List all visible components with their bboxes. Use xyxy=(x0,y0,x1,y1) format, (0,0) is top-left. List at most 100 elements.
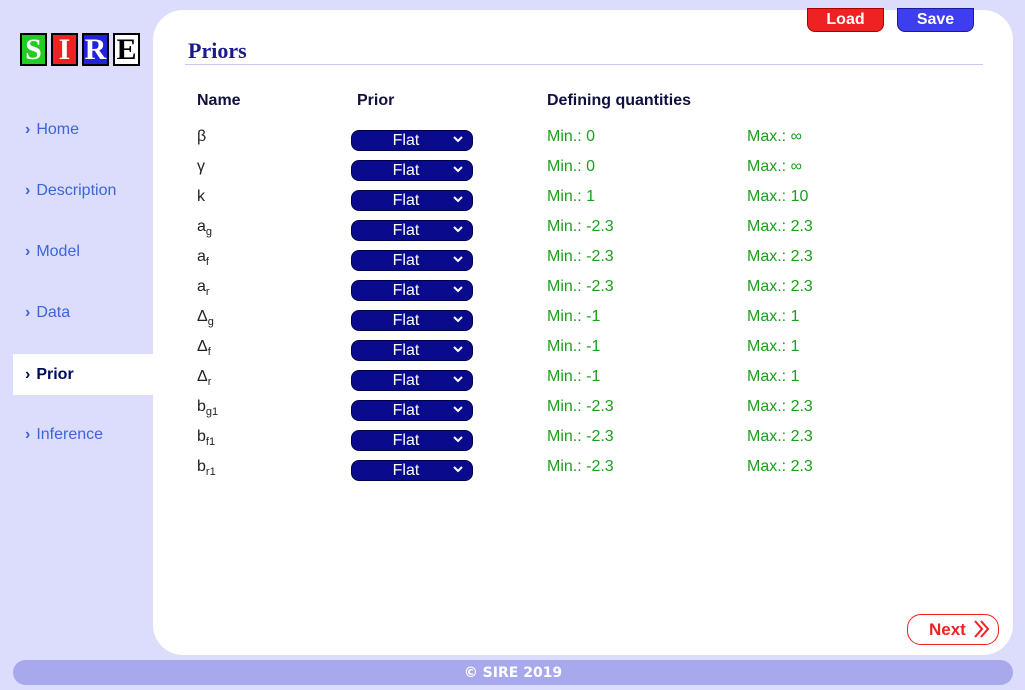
chevron-down-icon xyxy=(453,406,463,413)
table-row: bg1 Flat Min.: -2.3 Max.: 2.3 xyxy=(153,393,1013,423)
min-value[interactable]: Min.: -2.3 xyxy=(547,273,614,301)
max-value[interactable]: Max.: 1 xyxy=(747,333,799,361)
chevron-right-icon: › xyxy=(25,303,31,321)
parameter-subscript: r xyxy=(205,286,210,298)
logo-letter-i: I xyxy=(51,33,78,66)
prior-select[interactable]: Flat xyxy=(351,460,473,481)
prior-select[interactable]: Flat xyxy=(351,280,473,301)
min-value[interactable]: Min.: -2.3 xyxy=(547,423,614,451)
min-value[interactable]: Min.: -2.3 xyxy=(547,393,614,421)
parameter-subscript: f xyxy=(205,256,209,268)
sidebar-item-label: Model xyxy=(36,242,80,260)
max-value[interactable]: Max.: 2.3 xyxy=(747,393,813,421)
min-value[interactable]: Min.: -2.3 xyxy=(547,243,614,271)
sidebar-item-label: Prior xyxy=(36,365,74,383)
sidebar-item-description[interactable]: › Description xyxy=(13,170,153,211)
prior-select-value: Flat xyxy=(392,401,420,419)
sire-logo: S I R E xyxy=(20,33,140,66)
sidebar-item-model[interactable]: › Model xyxy=(13,231,153,272)
next-button[interactable]: Next xyxy=(907,614,999,645)
parameter-subscript: g xyxy=(205,226,213,238)
next-label: Next xyxy=(929,619,966,639)
sidebar-item-data[interactable]: › Data xyxy=(13,292,153,333)
parameter-symbol: a xyxy=(197,218,206,235)
table-row: ar Flat Min.: -2.3 Max.: 2.3 xyxy=(153,273,1013,303)
chevron-down-icon xyxy=(453,166,463,173)
prior-select[interactable]: Flat xyxy=(351,250,473,271)
max-value[interactable]: Max.: 2.3 xyxy=(747,243,813,271)
chevron-right-icon: › xyxy=(25,120,31,138)
parameter-symbol: Δ xyxy=(197,338,208,355)
table-row: Δg Flat Min.: -1 Max.: 1 xyxy=(153,303,1013,333)
sidebar-item-label: Inference xyxy=(36,425,104,443)
max-value[interactable]: Max.: ∞ xyxy=(747,153,802,181)
table-row: β Flat Min.: 0 Max.: ∞ xyxy=(153,123,1013,153)
chevron-down-icon xyxy=(453,436,463,443)
prior-select-value: Flat xyxy=(392,221,420,239)
chevron-down-icon xyxy=(453,346,463,353)
chevron-down-icon xyxy=(453,256,463,263)
prior-select[interactable]: Flat xyxy=(351,160,473,181)
prior-select[interactable]: Flat xyxy=(351,310,473,331)
min-value[interactable]: Min.: -2.3 xyxy=(547,453,614,481)
parameter-symbol: b xyxy=(197,428,206,445)
prior-select[interactable]: Flat xyxy=(351,400,473,421)
min-value[interactable]: Min.: -1 xyxy=(547,303,600,331)
max-value[interactable]: Max.: 2.3 xyxy=(747,453,813,481)
max-value[interactable]: Max.: 2.3 xyxy=(747,423,813,451)
chevron-down-icon xyxy=(453,376,463,383)
parameter-subscript: g xyxy=(207,316,214,328)
parameter-name: bg1 xyxy=(197,393,218,426)
logo-letter-s: S xyxy=(20,33,47,66)
min-value[interactable]: Min.: -1 xyxy=(547,363,600,391)
table-row: Δr Flat Min.: -1 Max.: 1 xyxy=(153,363,1013,393)
chevron-right-icon: › xyxy=(25,242,31,260)
max-value[interactable]: Max.: ∞ xyxy=(747,123,802,151)
sidebar-item-inference[interactable]: › Inference xyxy=(13,414,153,455)
prior-select[interactable]: Flat xyxy=(351,430,473,451)
sidebar-item-prior[interactable]: › Prior xyxy=(13,354,153,395)
parameter-name: Δf xyxy=(197,333,211,366)
load-button[interactable]: Load xyxy=(807,8,884,32)
max-value[interactable]: Max.: 2.3 xyxy=(747,273,813,301)
copyright-text: © SIRE 2019 xyxy=(463,664,563,681)
min-value[interactable]: Min.: 0 xyxy=(547,123,595,151)
prior-select[interactable]: Flat xyxy=(351,220,473,241)
max-value[interactable]: Max.: 10 xyxy=(747,183,808,211)
prior-select[interactable]: Flat xyxy=(351,370,473,391)
logo-letter-e: E xyxy=(113,33,140,66)
chevron-down-icon xyxy=(453,226,463,233)
prior-select[interactable]: Flat xyxy=(351,130,473,151)
parameter-subscript: f xyxy=(207,346,211,358)
parameter-name: k xyxy=(197,183,205,211)
max-value[interactable]: Max.: 1 xyxy=(747,303,799,331)
sidebar-item-home[interactable]: › Home xyxy=(13,109,153,150)
min-value[interactable]: Min.: -1 xyxy=(547,333,600,361)
prior-select-value: Flat xyxy=(392,131,420,149)
parameter-subscript: r xyxy=(207,376,212,388)
save-button[interactable]: Save xyxy=(897,8,974,32)
parameter-symbol: γ xyxy=(197,158,205,175)
prior-select[interactable]: Flat xyxy=(351,190,473,211)
footer: © SIRE 2019 xyxy=(13,660,1013,685)
column-header-defining-quantities: Defining quantities xyxy=(547,92,691,109)
parameter-subscript: r1 xyxy=(205,466,216,478)
table-row: Δf Flat Min.: -1 Max.: 1 xyxy=(153,333,1013,363)
min-value[interactable]: Min.: 1 xyxy=(547,183,595,211)
max-value[interactable]: Max.: 1 xyxy=(747,363,799,391)
parameter-name: ag xyxy=(197,213,212,246)
table-row: ag Flat Min.: -2.3 Max.: 2.3 xyxy=(153,213,1013,243)
chevron-right-icon: › xyxy=(25,365,31,383)
parameter-name: β xyxy=(197,123,206,151)
table-row: γ Flat Min.: 0 Max.: ∞ xyxy=(153,153,1013,183)
prior-select[interactable]: Flat xyxy=(351,340,473,361)
prior-select-value: Flat xyxy=(392,371,420,389)
min-value[interactable]: Min.: 0 xyxy=(547,153,595,181)
max-value[interactable]: Max.: 2.3 xyxy=(747,213,813,241)
parameter-name: br1 xyxy=(197,453,216,486)
table-row: bf1 Flat Min.: -2.3 Max.: 2.3 xyxy=(153,423,1013,453)
parameter-symbol: a xyxy=(197,278,206,295)
sidebar-item-label: Home xyxy=(36,120,80,138)
min-value[interactable]: Min.: -2.3 xyxy=(547,213,614,241)
chevron-down-icon xyxy=(453,196,463,203)
